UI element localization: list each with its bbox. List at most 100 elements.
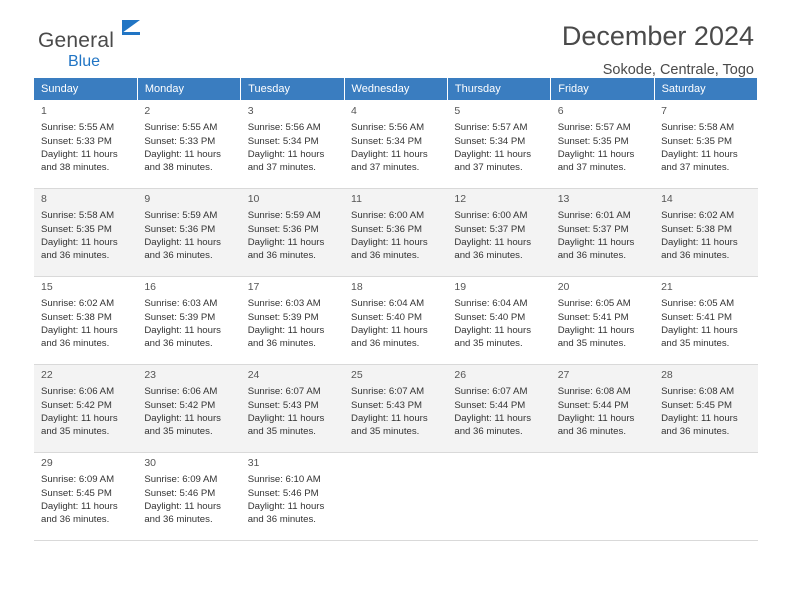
daylight-line-1: Daylight: 11 hours bbox=[454, 236, 531, 248]
day-sun-info: Sunrise: 6:04 AM Sunset: 5:40 PM Daylight:… bbox=[454, 297, 544, 350]
page-header: General Blue December 2024 Sokode, Centr… bbox=[34, 0, 758, 78]
calendar-day-cell[interactable]: 30 Sunrise: 6:09 AM Sunset: 5:46 PM Dayligh… bbox=[137, 452, 241, 541]
sunrise-time: Sunrise: 6:02 AM bbox=[661, 210, 735, 222]
day-number: 14 bbox=[661, 193, 673, 205]
calendar-day-cell[interactable]: 18 Sunrise: 6:04 AM Sunset: 5:40 PM Dayligh… bbox=[344, 276, 448, 365]
calendar-week-row: 1 Sunrise: 5:55 AM Sunset: 5:33 PM Daylight… bbox=[34, 100, 758, 189]
daylight-line-2: and 36 minutes. bbox=[144, 250, 213, 262]
calendar-day-cell[interactable]: 25 Sunrise: 6:07 AM Sunset: 5:43 PM Dayligh… bbox=[344, 364, 448, 453]
sunset-time: Sunset: 5:35 PM bbox=[557, 135, 629, 147]
calendar-day-cell[interactable]: 11 Sunrise: 6:00 AM Sunset: 5:36 PM Dayligh… bbox=[344, 188, 448, 277]
calendar-day-cell[interactable]: 22 Sunrise: 6:06 AM Sunset: 5:42 PM Dayligh… bbox=[34, 364, 138, 453]
day-number: 30 bbox=[144, 457, 157, 469]
day-sun-info: Sunrise: 6:06 AM Sunset: 5:42 PM Daylight:… bbox=[41, 385, 131, 438]
calendar-day-cell[interactable]: 8 Sunrise: 5:58 AM Sunset: 5:35 PM Daylight… bbox=[34, 188, 138, 277]
calendar-day-cell[interactable]: 10 Sunrise: 5:59 AM Sunset: 5:36 PM Dayligh… bbox=[240, 188, 345, 277]
calendar-day-cell[interactable]: 13 Sunrise: 6:01 AM Sunset: 5:37 PM Dayligh… bbox=[550, 188, 655, 277]
day-number: 1 bbox=[41, 105, 47, 117]
calendar-day-cell[interactable]: 20 Sunrise: 6:05 AM Sunset: 5:41 PM Dayligh… bbox=[550, 276, 655, 365]
calendar-day-cell[interactable]: 12 Sunrise: 6:00 AM Sunset: 5:37 PM Dayligh… bbox=[447, 188, 551, 277]
daylight-line-1: Daylight: 11 hours bbox=[41, 148, 118, 160]
day-number: 5 bbox=[454, 105, 461, 117]
calendar-day-cell[interactable]: 6 Sunrise: 5:57 AM Sunset: 5:35 PM Daylight… bbox=[550, 100, 655, 189]
calendar-day-cell[interactable]: 17 Sunrise: 6:03 AM Sunset: 5:39 PM Dayligh… bbox=[240, 276, 345, 365]
sunrise-time: Sunrise: 6:04 AM bbox=[351, 298, 425, 310]
sunrise-time: Sunrise: 6:05 AM bbox=[557, 298, 631, 310]
sunrise-time: Sunrise: 6:09 AM bbox=[144, 474, 218, 486]
day-sun-info: Sunrise: 6:05 AM Sunset: 5:41 PM Daylight:… bbox=[661, 297, 751, 350]
sunset-time: Sunset: 5:36 PM bbox=[144, 223, 216, 235]
calendar-day-cell[interactable]: 15 Sunrise: 6:02 AM Sunset: 5:38 PM Dayligh… bbox=[34, 276, 138, 365]
daylight-line-2: and 36 minutes. bbox=[247, 338, 316, 350]
daylight-line-1: Daylight: 11 hours bbox=[351, 324, 428, 336]
calendar-day-cell[interactable]: 19 Sunrise: 6:04 AM Sunset: 5:40 PM Dayligh… bbox=[447, 276, 551, 365]
sunset-time: Sunset: 5:37 PM bbox=[454, 223, 526, 235]
day-sun-info: Sunrise: 5:57 AM Sunset: 5:34 PM Daylight:… bbox=[454, 121, 544, 174]
daylight-line-2: and 35 minutes. bbox=[557, 338, 626, 350]
day-sun-info: Sunrise: 6:03 AM Sunset: 5:39 PM Daylight:… bbox=[144, 297, 234, 350]
calendar-day-cell[interactable]: 5 Sunrise: 5:57 AM Sunset: 5:34 PM Daylight… bbox=[447, 100, 551, 189]
sunset-time: Sunset: 5:38 PM bbox=[661, 223, 732, 235]
sunset-time: Sunset: 5:34 PM bbox=[247, 135, 319, 147]
calendar-day-cell[interactable]: 23 Sunrise: 6:06 AM Sunset: 5:42 PM Dayligh… bbox=[137, 364, 241, 453]
sunset-time: Sunset: 5:44 PM bbox=[557, 399, 629, 411]
daylight-line-1: Daylight: 11 hours bbox=[144, 412, 221, 424]
page-title: December 2024 bbox=[561, 21, 754, 51]
calendar-day-cell[interactable]: 14 Sunrise: 6:02 AM Sunset: 5:38 PM Dayligh… bbox=[654, 188, 758, 277]
daylight-line-2: and 37 minutes. bbox=[247, 162, 316, 174]
calendar-day-cell[interactable]: 16 Sunrise: 6:03 AM Sunset: 5:39 PM Dayligh… bbox=[137, 276, 241, 365]
calendar-day-cell[interactable]: 4 Sunrise: 5:56 AM Sunset: 5:34 PM Daylight… bbox=[344, 100, 448, 189]
page-subtitle: Sokode, Centrale, Togo bbox=[602, 61, 754, 78]
daylight-line-2: and 35 minutes. bbox=[351, 426, 420, 438]
day-sun-info: Sunrise: 5:56 AM Sunset: 5:34 PM Daylight:… bbox=[351, 121, 441, 174]
sunset-time: Sunset: 5:41 PM bbox=[661, 311, 732, 323]
day-sun-info: Sunrise: 6:05 AM Sunset: 5:41 PM Daylight:… bbox=[558, 297, 648, 350]
calendar-body: 1 Sunrise: 5:55 AM Sunset: 5:33 PM Daylight… bbox=[34, 100, 758, 541]
sunset-time: Sunset: 5:39 PM bbox=[247, 311, 319, 323]
calendar-day-cell[interactable]: 29 Sunrise: 6:09 AM Sunset: 5:45 PM Dayligh… bbox=[34, 452, 138, 541]
weekday-header-wednesday: Wednesday bbox=[344, 78, 448, 101]
day-number: 13 bbox=[557, 193, 570, 205]
day-number: 11 bbox=[351, 193, 362, 205]
logo[interactable]: General Blue bbox=[38, 30, 114, 70]
day-sun-info: Sunrise: 6:08 AM Sunset: 5:44 PM Daylight:… bbox=[558, 385, 648, 438]
day-sun-info: Sunrise: 6:01 AM Sunset: 5:37 PM Daylight:… bbox=[558, 209, 648, 262]
calendar-day-cell[interactable]: 21 Sunrise: 6:05 AM Sunset: 5:41 PM Dayligh… bbox=[654, 276, 758, 365]
calendar-day-cell[interactable]: 2 Sunrise: 5:55 AM Sunset: 5:33 PM Daylight… bbox=[137, 100, 241, 189]
sunrise-time: Sunrise: 6:10 AM bbox=[247, 474, 321, 486]
sunset-time: Sunset: 5:36 PM bbox=[351, 223, 422, 235]
sunrise-time: Sunrise: 6:00 AM bbox=[454, 210, 528, 222]
day-number: 20 bbox=[557, 281, 570, 293]
daylight-line-1: Daylight: 11 hours bbox=[351, 412, 428, 424]
sunrise-time: Sunrise: 6:05 AM bbox=[661, 298, 735, 310]
calendar-week-row: 29 Sunrise: 6:09 AM Sunset: 5:45 PM Dayligh… bbox=[34, 452, 758, 541]
day-number: 8 bbox=[41, 193, 47, 205]
calendar-day-cell[interactable]: 27 Sunrise: 6:08 AM Sunset: 5:44 PM Dayligh… bbox=[550, 364, 655, 453]
sunset-time: Sunset: 5:38 PM bbox=[41, 311, 112, 323]
daylight-line-2: and 36 minutes. bbox=[41, 514, 110, 526]
sunrise-time: Sunrise: 6:03 AM bbox=[247, 298, 321, 310]
day-sun-info: Sunrise: 6:00 AM Sunset: 5:37 PM Daylight:… bbox=[454, 209, 544, 262]
sunset-time: Sunset: 5:45 PM bbox=[41, 487, 112, 499]
weekday-header-saturday: Saturday bbox=[654, 78, 759, 101]
calendar-day-cell[interactable]: 1 Sunrise: 5:55 AM Sunset: 5:33 PM Daylight… bbox=[34, 100, 138, 189]
calendar-day-cell[interactable]: 28 Sunrise: 6:08 AM Sunset: 5:45 PM Dayligh… bbox=[654, 364, 758, 453]
day-number: 19 bbox=[454, 281, 467, 293]
calendar-day-cell[interactable]: 26 Sunrise: 6:07 AM Sunset: 5:44 PM Dayligh… bbox=[447, 364, 551, 453]
day-number: 29 bbox=[41, 457, 53, 469]
calendar-day-cell[interactable]: 3 Sunrise: 5:56 AM Sunset: 5:34 PM Daylight… bbox=[240, 100, 345, 189]
sunset-time: Sunset: 5:46 PM bbox=[247, 487, 319, 499]
sunrise-time: Sunrise: 6:02 AM bbox=[41, 298, 115, 310]
calendar-day-cell[interactable]: 24 Sunrise: 6:07 AM Sunset: 5:43 PM Dayligh… bbox=[240, 364, 345, 453]
sunrise-time: Sunrise: 5:57 AM bbox=[454, 122, 528, 134]
daylight-line-2: and 36 minutes. bbox=[144, 338, 213, 350]
day-number: 24 bbox=[247, 369, 260, 381]
daylight-line-1: Daylight: 11 hours bbox=[247, 500, 325, 512]
daylight-line-2: and 36 minutes. bbox=[454, 250, 523, 262]
calendar-day-cell[interactable]: 31 Sunrise: 6:10 AM Sunset: 5:46 PM Dayligh… bbox=[240, 452, 345, 541]
calendar-day-cell[interactable]: 7 Sunrise: 5:58 AM Sunset: 5:35 PM Daylight… bbox=[654, 100, 758, 189]
calendar-day-cell[interactable]: 9 Sunrise: 5:59 AM Sunset: 5:36 PM Daylight… bbox=[137, 188, 241, 277]
daylight-line-1: Daylight: 11 hours bbox=[144, 500, 221, 512]
day-number: 9 bbox=[144, 193, 151, 205]
sunrise-time: Sunrise: 6:00 AM bbox=[351, 210, 425, 222]
